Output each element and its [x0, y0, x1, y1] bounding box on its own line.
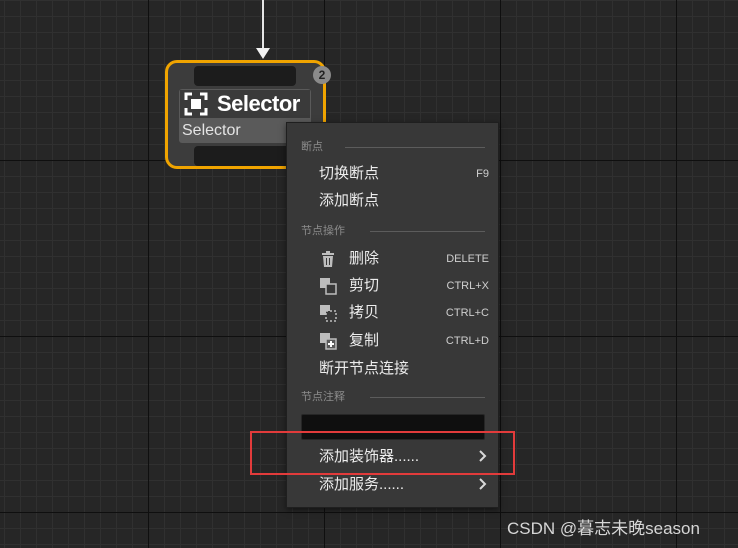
section-divider: [345, 147, 485, 148]
menu-item-label: 剪切: [349, 277, 380, 294]
section-divider: [370, 397, 485, 398]
copy-icon: [320, 305, 337, 322]
trash-icon: [322, 251, 334, 267]
menu-item-add-service[interactable]: 添加服务......: [288, 472, 497, 498]
menu-item-duplicate[interactable]: 复制 CTRL+D: [288, 328, 497, 354]
section-divider: [370, 231, 485, 232]
menu-item-shortcut: CTRL+C: [445, 307, 489, 319]
chevron-right-icon: [479, 478, 487, 490]
duplicate-icon: [320, 333, 337, 350]
section-header-node-actions: 节点操作: [301, 225, 345, 237]
menu-item-delete[interactable]: 删除 DELETE: [288, 246, 497, 272]
menu-item-label: 复制: [349, 332, 380, 349]
wire-arrow-icon: [256, 48, 270, 59]
menu-item-copy[interactable]: 拷贝 CTRL+C: [288, 300, 497, 326]
menu-item-label: 断开节点连接: [319, 360, 410, 377]
section-header-breakpoints: 断点: [301, 141, 323, 153]
node-title: Selector: [217, 91, 300, 116]
node-subtitle: Selector: [182, 122, 241, 139]
menu-item-add-breakpoint[interactable]: 添加断点: [288, 188, 497, 214]
annotation-highlight-box: [250, 431, 515, 475]
menu-item-shortcut: CTRL+D: [445, 335, 489, 347]
watermark-text: CSDN @暮志未晚season: [507, 519, 700, 538]
menu-item-label: 添加断点: [319, 192, 380, 209]
menu-item-shortcut: DELETE: [446, 253, 489, 265]
menu-item-cut[interactable]: 剪切 CTRL+X: [288, 273, 497, 299]
menu-item-shortcut: F9: [476, 168, 489, 180]
menu-item-label: 切换断点: [319, 165, 380, 182]
execution-order-badge: 2: [313, 66, 331, 84]
node-input-pin[interactable]: [194, 66, 296, 86]
menu-item-label: 拷贝: [349, 304, 380, 321]
cut-icon: [320, 278, 337, 295]
execution-wire: [262, 0, 264, 50]
menu-item-label: 添加服务......: [319, 476, 405, 493]
selector-icon: [184, 92, 208, 116]
menu-item-label: 删除: [349, 250, 380, 267]
node-output-pin[interactable]: [194, 146, 296, 166]
menu-item-break-node-links[interactable]: 断开节点连接: [288, 356, 497, 382]
section-header-node-comment: 节点注释: [301, 391, 345, 403]
menu-item-shortcut: CTRL+X: [446, 280, 490, 292]
menu-item-toggle-breakpoint[interactable]: 切换断点 F9: [288, 161, 497, 187]
